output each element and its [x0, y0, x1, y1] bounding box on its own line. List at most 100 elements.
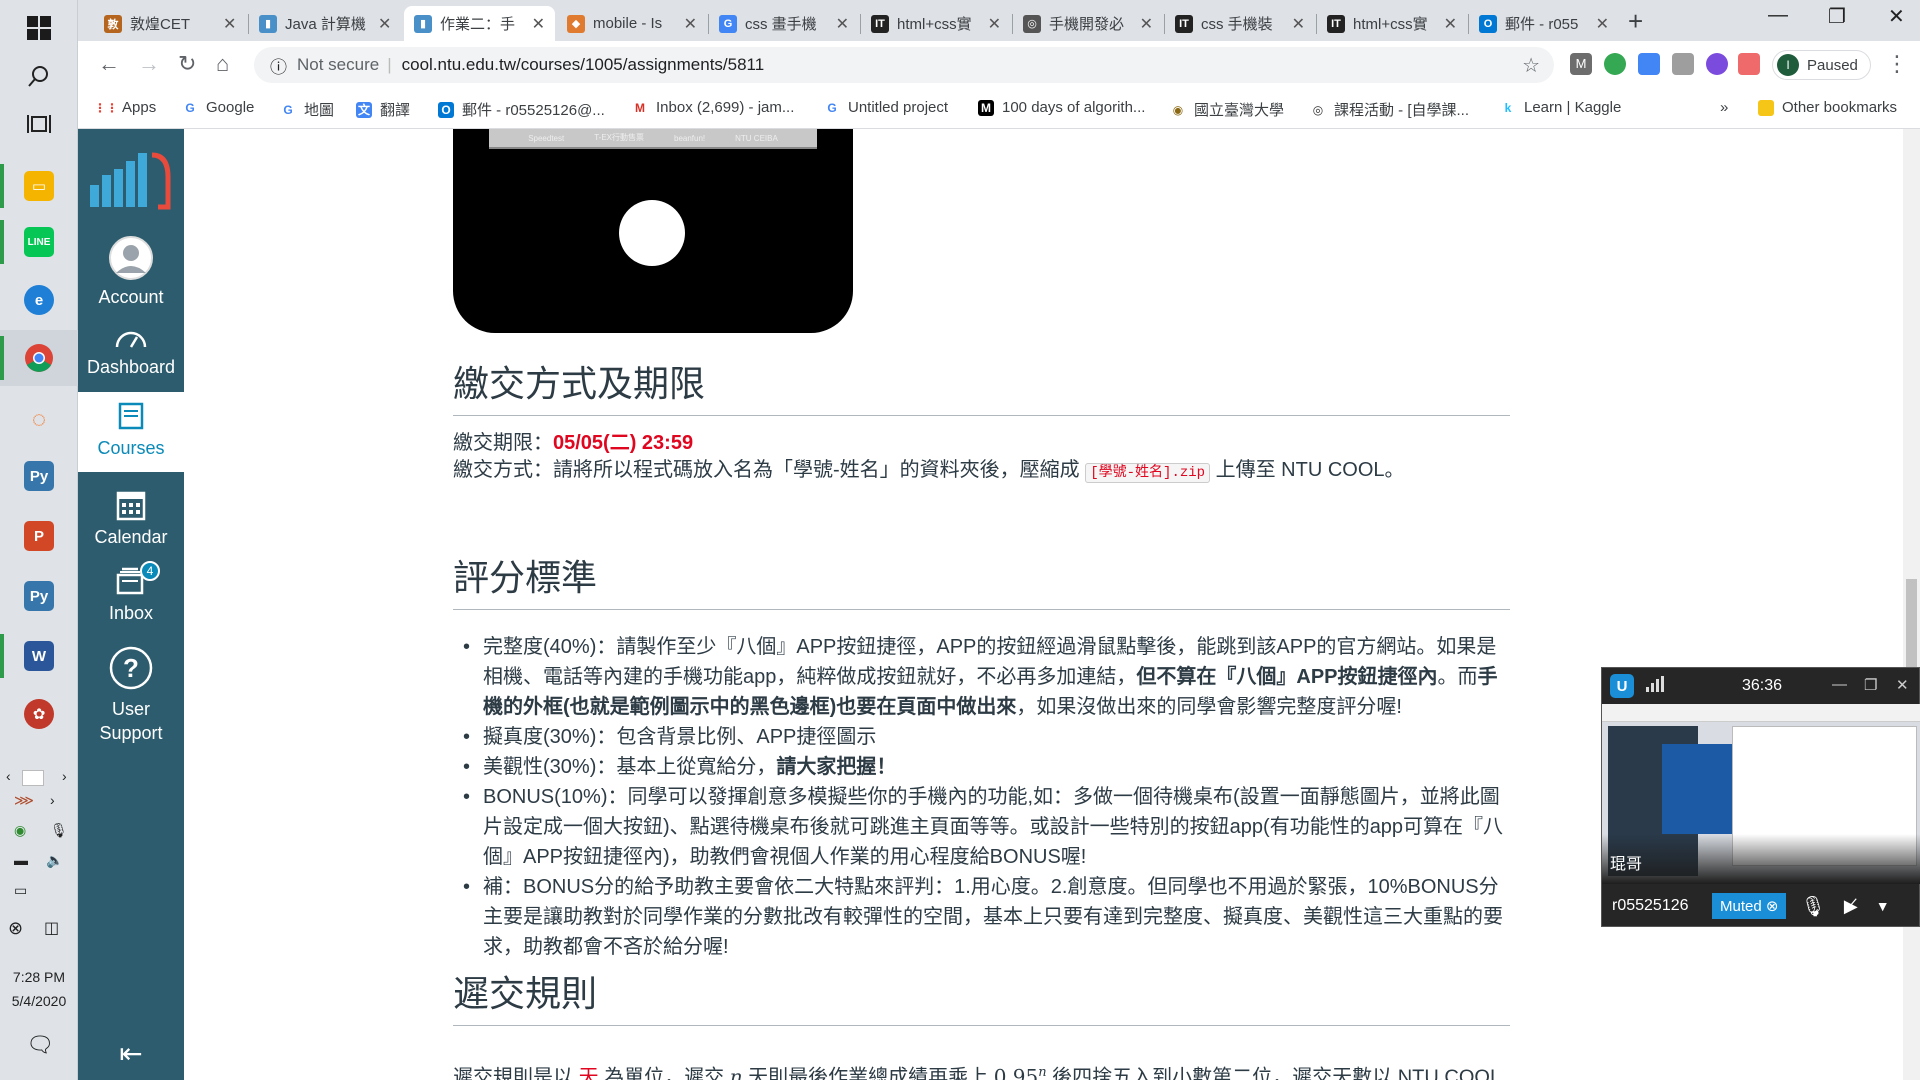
new-tab-plus-icon[interactable]: + [1628, 6, 1643, 37]
close-icon[interactable]: ✕ [836, 14, 849, 34]
close-icon[interactable]: ✕ [378, 14, 391, 34]
tray-sync-icon[interactable]: ◉ [14, 822, 26, 839]
nav-user-support[interactable]: ? User Support [78, 645, 184, 745]
scroll-left-icon[interactable]: ‹ [6, 768, 11, 784]
url-text[interactable]: cool.ntu.edu.tw/courses/1005/assignments… [402, 55, 765, 75]
forward-arrow-icon[interactable]: → [138, 51, 160, 77]
clock-time[interactable]: 7:28 PM [0, 966, 78, 988]
address-bar[interactable]: ⓘ Not secure | cool.ntu.edu.tw/courses/1… [254, 47, 1554, 83]
browser-tab[interactable]: IT css 手機裝 ✕ [1165, 6, 1315, 41]
word-icon[interactable]: W [0, 628, 78, 684]
nav-inbox[interactable]: 4 Inbox [78, 561, 184, 624]
restore-icon[interactable]: ❐ [1864, 676, 1877, 694]
notification-icon[interactable]: 🗨 [26, 1032, 54, 1058]
close-icon[interactable]: ✕ [1140, 14, 1153, 34]
powerpoint-icon[interactable]: P [0, 508, 78, 564]
bookmark-apps[interactable]: ⋮⋮ Apps [94, 99, 156, 116]
other-bookmarks[interactable]: Other bookmarks [1758, 99, 1897, 116]
browser-tab[interactable]: ◆ mobile - Is ✕ [557, 6, 707, 41]
collapse-nav-icon[interactable]: ⇤ [78, 1037, 184, 1070]
ntu-cool-logo[interactable] [88, 147, 172, 222]
volume-icon[interactable]: 🔈 [46, 852, 63, 869]
minimize-icon[interactable]: — [1768, 4, 1788, 27]
close-icon[interactable]: ✕ [684, 14, 697, 34]
close-icon[interactable]: ✕ [1596, 14, 1609, 34]
bookmark-untitled-project[interactable]: G Untitled project [824, 99, 948, 116]
bookmark-medium[interactable]: M 100 days of algorith... [978, 99, 1145, 116]
extension-check-icon[interactable] [1604, 53, 1626, 75]
close-circle-icon[interactable]: ⊗ [1766, 898, 1779, 915]
nav-account[interactable]: Account [78, 235, 184, 308]
browser-tab[interactable]: IT html+css實 ✕ [1317, 6, 1467, 41]
restore-icon[interactable]: ❐ [1828, 4, 1846, 29]
close-circle-icon[interactable]: ⊗ [8, 918, 23, 939]
task-view-icon[interactable] [0, 96, 78, 152]
browser-tab[interactable]: ▮ Java 計算機 ✕ [249, 6, 402, 41]
extension-a-icon[interactable] [1706, 53, 1728, 75]
network-icon[interactable]: ▭ [14, 882, 27, 899]
tray-app-icon[interactable]: ⋙ [14, 792, 34, 809]
microphone-icon[interactable]: 🎙 [50, 822, 68, 839]
nav-label: Calendar [94, 527, 168, 547]
info-icon[interactable]: ⓘ [270, 53, 287, 78]
close-window-icon[interactable]: ✕ [1888, 4, 1905, 29]
extension-translate-icon[interactable] [1638, 53, 1660, 75]
browser-tab[interactable]: ◎ 手機開發必 ✕ [1013, 6, 1163, 41]
muted-status-button[interactable]: Muted ⊗ [1712, 893, 1787, 919]
extension-js-icon[interactable] [1672, 53, 1694, 75]
close-icon[interactable]: ✕ [223, 14, 236, 34]
section-title-submission: 繳交方式及期限 [453, 355, 1510, 416]
clock-date[interactable]: 5/4/2020 [0, 990, 78, 1012]
chevron-right-icon[interactable]: › [50, 792, 55, 808]
jupyter-icon[interactable]: ◌ [0, 392, 78, 448]
browser-tab[interactable]: Gcss 畫手機 ✕ [709, 6, 859, 41]
nav-dashboard[interactable]: Dashboard [78, 325, 184, 378]
battery-icon[interactable]: ▬ [14, 852, 28, 868]
chevron-down-icon[interactable]: ▼ [1876, 898, 1890, 914]
close-icon[interactable]: ✕ [1896, 676, 1909, 694]
browser-tab[interactable]: IT html+css實 ✕ [861, 6, 1011, 41]
back-arrow-icon[interactable]: ← [98, 51, 120, 77]
taskbar-scroll-thumb[interactable] [22, 770, 44, 786]
bookmark-gmail[interactable]: M Inbox (2,699) - jam... [632, 99, 794, 116]
bookmark-translate[interactable]: 文翻譯 [356, 99, 410, 120]
browser-tab[interactable]: 敦敦煌CET ✕ [94, 6, 247, 41]
home-icon[interactable]: ⌂ [216, 51, 229, 77]
minimize-icon[interactable]: — [1832, 676, 1847, 693]
edge-browser-icon[interactable]: e [0, 272, 78, 328]
bookmarks-overflow-chevron[interactable]: » [1720, 99, 1728, 116]
kebab-menu-icon[interactable]: ⋮ [1886, 51, 1908, 77]
extension-m-icon[interactable]: M [1570, 53, 1592, 75]
camera-off-icon[interactable]: ▶̸ [1844, 896, 1858, 917]
chrome-browser-icon[interactable] [0, 330, 78, 386]
nav-calendar[interactable]: Calendar [78, 489, 184, 548]
close-icon[interactable]: ✕ [532, 14, 545, 34]
close-icon[interactable]: ✕ [1444, 14, 1457, 34]
python-idle-2-icon[interactable]: Py [0, 568, 78, 624]
snip-icon[interactable]: ◫ [44, 918, 59, 938]
microphone-muted-icon[interactable]: 🎙 [1800, 894, 1825, 919]
browser-tab-active[interactable]: ▮ 作業二：手 ✕ [404, 6, 555, 41]
bookmark-maps[interactable]: G 地圖 [280, 99, 334, 120]
bookmark-star-icon[interactable]: ☆ [1522, 53, 1540, 78]
python-idle-icon[interactable]: Py [0, 448, 78, 504]
shared-screen-preview[interactable]: 琨哥 [1602, 704, 1920, 884]
bookmark-google[interactable]: G Google [182, 99, 254, 116]
profile-paused-button[interactable]: I Paused [1772, 50, 1871, 80]
page-scrollbar[interactable] [1903, 129, 1920, 1080]
bookmark-course-activity[interactable]: ◎ 課程活動 - [自學課... [1310, 99, 1469, 120]
reload-icon[interactable]: ↻ [178, 51, 196, 77]
extension-share-icon[interactable] [1738, 53, 1760, 75]
meeting-floating-window[interactable]: U 36:36 — ❐ ✕ 琨哥 r05525126 Muted ⊗ 🎙 ▶̸ … [1601, 667, 1920, 927]
browser-tab[interactable]: O 郵件 - r055 ✕ [1469, 6, 1619, 41]
bookmark-outlook[interactable]: O 郵件 - r05525126@... [438, 99, 605, 120]
close-icon[interactable]: ✕ [1292, 14, 1305, 34]
nav-courses[interactable]: Courses [78, 392, 184, 472]
bookmark-ntu[interactable]: ◉ 國立臺灣大學 [1170, 99, 1284, 120]
misc-app-icon[interactable]: ✿ [0, 686, 78, 742]
bookmark-kaggle[interactable]: k Learn | Kaggle [1500, 99, 1622, 116]
line-app-icon[interactable]: LINE [0, 214, 78, 270]
close-icon[interactable]: ✕ [988, 14, 1001, 34]
file-explorer-icon[interactable]: ▭ [0, 158, 78, 214]
scroll-right-icon[interactable]: › [62, 768, 67, 784]
